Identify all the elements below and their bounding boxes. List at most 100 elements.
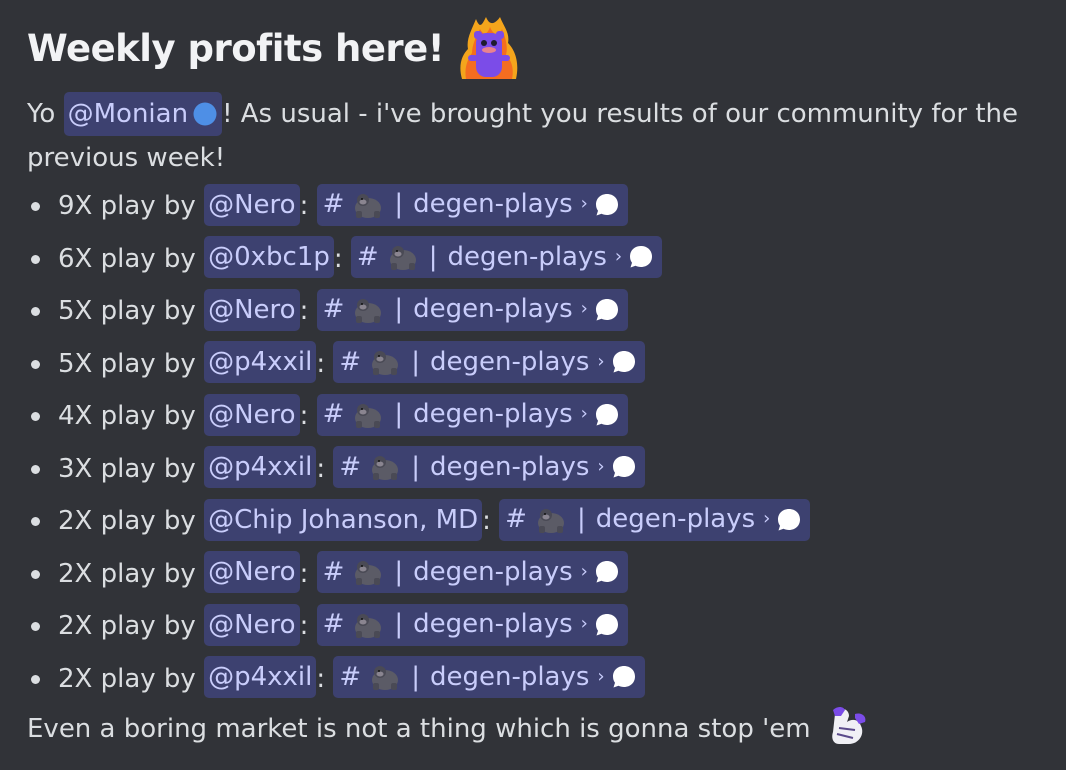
colon-separator: :: [316, 348, 326, 379]
intro-prefix: Yo: [27, 99, 64, 129]
chevron-right-icon: ›: [580, 193, 588, 215]
channel-hash-icon: #: [322, 609, 345, 640]
thread-bubble-icon: [595, 561, 618, 583]
list-item: 6X play by @0xbc1p: # | degen-plays ›: [27, 233, 1057, 286]
message-heading: Weekly profits here!: [27, 26, 445, 70]
colon-separator: :: [299, 401, 309, 431]
channel-link[interactable]: # | degen-plays ›: [316, 603, 628, 646]
mention-label: @Monian: [67, 99, 189, 129]
play-prefix: 2X play by: [58, 663, 205, 694]
fire-blob-icon[interactable]: [456, 15, 522, 81]
heading-row: Weekly profits here!: [27, 16, 1057, 80]
thread-bubble-icon: [612, 351, 635, 373]
channel-name: degen-plays: [429, 451, 590, 482]
thread-bubble-icon: [595, 403, 618, 425]
thread-bubble-icon: [778, 508, 801, 530]
channel-separator: |: [394, 609, 404, 640]
gorilla-icon: [372, 456, 399, 480]
channel-name: degen-plays: [413, 556, 573, 587]
colon-separator: :: [299, 191, 309, 221]
user-mention[interactable]: @p4xxil: [204, 341, 317, 383]
thread-bubble-icon: [595, 298, 618, 320]
user-mention-monian[interactable]: @Monian: [63, 92, 223, 136]
play-prefix: 5X play by: [58, 348, 205, 379]
bullet-icon: [31, 412, 40, 421]
channel-link[interactable]: # | degen-plays ›: [316, 288, 628, 331]
channel-link[interactable]: # | degen-plays ›: [316, 183, 628, 226]
channel-link[interactable]: # | degen-plays ›: [316, 393, 628, 436]
flexing-arm-icon[interactable]: [825, 704, 869, 748]
channel-hash-icon: #: [322, 399, 345, 430]
blue-dot-icon: [193, 102, 217, 126]
list-item: 5X play by @p4xxil: # | degen-plays ›: [27, 338, 1057, 391]
channel-hash-icon: #: [339, 451, 362, 482]
outro-label: Even a boring market is not a thing whic…: [27, 714, 811, 744]
bullet-icon: [31, 517, 40, 526]
gorilla-icon: [355, 561, 382, 585]
channel-link[interactable]: # | degen-plays ›: [350, 236, 663, 278]
thread-bubble-icon: [595, 613, 618, 635]
play-prefix: 2X play by: [58, 558, 205, 589]
intro-text: Yo @Monian! As usual - i've brought you …: [27, 92, 1037, 180]
channel-name: degen-plays: [429, 661, 590, 692]
outro-text: Even a boring market is not a thing whic…: [27, 704, 1057, 751]
channel-separator: |: [428, 241, 438, 272]
channel-link[interactable]: # | degen-plays ›: [333, 656, 645, 698]
channel-separator: |: [394, 294, 404, 325]
play-prefix: 5X play by: [58, 296, 205, 326]
channel-hash-icon: #: [339, 661, 362, 692]
play-prefix: 2X play by: [58, 506, 205, 536]
bullet-icon: [31, 622, 40, 631]
chevron-right-icon: ›: [597, 665, 605, 687]
user-mention[interactable]: @p4xxil: [204, 656, 317, 698]
bullet-icon: [31, 674, 40, 684]
play-prefix: 4X play by: [58, 401, 205, 431]
channel-name: degen-plays: [413, 609, 573, 640]
thread-bubble-icon: [612, 666, 635, 688]
thread-bubble-icon: [595, 193, 618, 215]
user-mention[interactable]: @Nero: [204, 288, 300, 331]
thread-bubble-icon: [612, 456, 635, 478]
user-mention[interactable]: @Nero: [204, 393, 300, 436]
channel-hash-icon: #: [505, 504, 527, 535]
channel-link[interactable]: # | degen-plays ›: [499, 498, 811, 541]
user-mention[interactable]: @Nero: [204, 183, 300, 226]
bullet-icon: [31, 254, 40, 264]
channel-name: degen-plays: [413, 189, 573, 220]
user-mention[interactable]: @Chip Johanson, MD: [204, 498, 483, 541]
chevron-right-icon: ›: [614, 245, 623, 267]
channel-separator: |: [394, 399, 404, 430]
channel-link[interactable]: # | degen-plays ›: [316, 551, 628, 593]
channel-separator: |: [411, 451, 420, 482]
gorilla-icon: [355, 193, 382, 218]
user-mention[interactable]: @Nero: [204, 551, 300, 593]
gorilla-icon: [372, 351, 399, 375]
gorilla-icon: [389, 246, 416, 270]
channel-separator: |: [411, 346, 420, 377]
channel-separator: |: [394, 189, 404, 220]
gorilla-icon: [537, 508, 564, 533]
channel-link[interactable]: # | degen-plays ›: [333, 446, 645, 488]
thread-bubble-icon: [630, 246, 653, 268]
gorilla-icon: [355, 298, 382, 323]
gorilla-icon: [355, 613, 382, 638]
bullet-icon: [31, 569, 40, 579]
user-mention[interactable]: @Nero: [204, 603, 300, 646]
colon-separator: :: [299, 558, 309, 589]
bullet-icon: [31, 464, 40, 474]
colon-separator: :: [299, 296, 309, 326]
plays-list: 9X play by @Nero: # | degen-plays › 6X play …: [27, 180, 1057, 705]
channel-link[interactable]: # | degen-plays ›: [333, 341, 645, 383]
bullet-icon: [31, 202, 40, 211]
chevron-right-icon: ›: [580, 560, 588, 582]
colon-separator: :: [316, 663, 326, 694]
chevron-right-icon: ›: [580, 298, 588, 320]
user-mention[interactable]: @p4xxil: [204, 446, 317, 488]
user-mention[interactable]: @0xbc1p: [204, 236, 334, 278]
list-item: 2X play by @Nero: # | degen-plays ›: [27, 548, 1057, 601]
chevron-right-icon: ›: [597, 455, 605, 477]
channel-name: degen-plays: [447, 241, 607, 272]
bullet-icon: [31, 359, 40, 369]
list-item: 2X play by @Nero: # | degen-plays ›: [27, 600, 1057, 653]
gorilla-icon: [372, 666, 399, 690]
